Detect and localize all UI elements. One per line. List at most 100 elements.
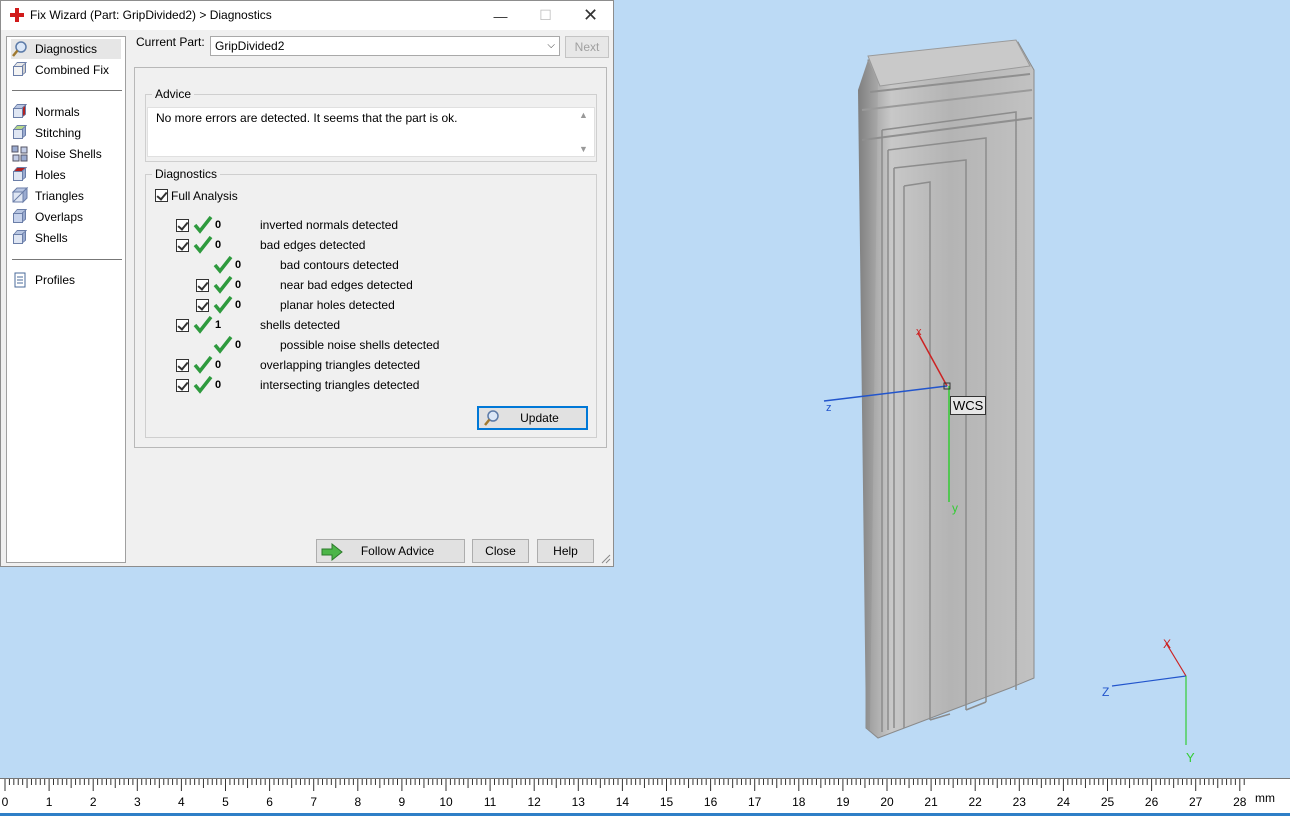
document-icon (11, 271, 29, 289)
chevron-down-icon: ⌵ (547, 40, 555, 51)
help-button[interactable]: Help (537, 539, 594, 563)
ruler-label: 9 (398, 795, 406, 809)
near-bad-edges-count: 0 (235, 279, 242, 291)
ruler-label: 25 (1100, 795, 1115, 809)
check-icon (193, 236, 213, 254)
check-icon (193, 356, 213, 374)
holes-cube-icon (11, 166, 29, 184)
ruler-label: 23 (1012, 795, 1026, 809)
inverted-normals-count: 0 (215, 219, 222, 231)
ruler-label: 27 (1189, 795, 1203, 809)
planar-holes-checkbox[interactable] (196, 299, 209, 312)
sidebar-item-stitching[interactable]: Stitching (11, 123, 81, 143)
advice-text: No more errors are detected. It seems th… (156, 111, 458, 125)
update-label: Update (520, 411, 559, 425)
wcs-y-label: y (952, 501, 958, 515)
advice-title: Advice (152, 87, 195, 101)
ruler-unit: mm (1255, 791, 1275, 805)
inverted-normals-checkbox[interactable] (176, 219, 189, 232)
wcs-label: WCS (950, 396, 987, 415)
full-analysis-checkbox[interactable] (155, 189, 168, 202)
check-icon (193, 376, 213, 394)
ruler-label: 20 (880, 795, 894, 809)
sidebar-item-label: Noise Shells (35, 147, 102, 161)
stitching-cube-icon (11, 124, 29, 142)
triad-x-label: X (1163, 637, 1172, 651)
near-bad-edges-checkbox[interactable] (196, 279, 209, 292)
ruler-label: 0 (1, 795, 9, 809)
diagnostics-panel: Advice No more errors are detected. It s… (134, 67, 607, 448)
planar-holes-count: 0 (235, 299, 242, 311)
magnifier-icon (11, 40, 29, 58)
ruler-label: 15 (659, 795, 674, 809)
follow-advice-label: Follow Advice (360, 544, 435, 558)
minimize-button[interactable]: — (478, 1, 523, 30)
noise-shells-icon (11, 145, 29, 163)
sidebar-item-label: Shells (35, 231, 68, 245)
triad-z-axis (1111, 675, 1187, 687)
sidebar-item-overlaps[interactable]: Overlaps (11, 207, 83, 227)
ruler-label: 22 (968, 795, 982, 809)
ruler-label: 24 (1056, 795, 1071, 809)
current-part-select[interactable]: GripDivided2 ⌵ (210, 36, 560, 56)
sidebar-item-label: Normals (35, 105, 80, 119)
close-button[interactable]: Close (472, 539, 529, 563)
shells-checkbox[interactable] (176, 319, 189, 332)
sidebar-item-shells[interactable]: Shells (11, 228, 68, 248)
noise-shells-count: 0 (235, 339, 242, 351)
ruler-label: 7 (310, 795, 318, 809)
ruler-label: 19 (836, 795, 850, 809)
check-icon (213, 276, 233, 294)
sidebar-item-noise-shells[interactable]: Noise Shells (11, 144, 102, 164)
bad-edges-count: 0 (215, 239, 222, 251)
sidebar-item-diagnostics[interactable]: Diagnostics (11, 39, 121, 59)
ruler-label: 21 (924, 795, 938, 809)
title-bar[interactable]: Fix Wizard (Part: GripDivided2) > Diagno… (1, 1, 613, 30)
sidebar-item-holes[interactable]: Holes (11, 165, 66, 185)
scroll-down-icon: ▼ (579, 144, 588, 154)
triad-z-label: Z (1102, 685, 1110, 699)
overlapping-triangles-checkbox[interactable] (176, 359, 189, 372)
intersecting-triangles-label: intersecting triangles detected (260, 378, 420, 392)
maximize-button[interactable]: ☐ (523, 1, 568, 30)
sidebar-divider (12, 259, 122, 260)
bad-contours-count: 0 (235, 259, 242, 271)
ruler-label: 6 (266, 795, 273, 809)
sidebar-item-label: Profiles (35, 273, 76, 287)
planar-holes-label: planar holes detected (280, 298, 395, 312)
sidebar: Diagnostics Combined Fix Normals Stitchi… (6, 36, 126, 563)
ruler-label: 26 (1144, 795, 1159, 809)
ruler-label: 11 (483, 795, 497, 809)
ruler-label: 5 (222, 795, 229, 809)
ruler-label: 4 (178, 795, 185, 809)
sidebar-item-profiles[interactable]: Profiles (11, 270, 75, 290)
ruler-label: 3 (133, 795, 141, 809)
bad-edges-label: bad edges detected (260, 238, 366, 252)
sidebar-item-combined-fix[interactable]: Combined Fix (11, 60, 109, 80)
bad-edges-checkbox[interactable] (176, 239, 189, 252)
ruler-label: 17 (748, 795, 762, 809)
check-icon (193, 316, 213, 334)
triad-y-label: Y (1186, 750, 1195, 765)
close-window-button[interactable]: ✕ (568, 1, 613, 30)
check-icon (213, 256, 233, 274)
resize-grip-icon[interactable] (601, 554, 611, 564)
sidebar-item-label: Holes (35, 168, 66, 182)
inverted-normals-label: inverted normals detected (260, 218, 399, 232)
sidebar-item-label: Overlaps (35, 210, 84, 224)
next-button[interactable]: Next (565, 36, 609, 58)
noise-shells-label: possible noise shells detected (280, 338, 440, 352)
sidebar-item-triangles[interactable]: Triangles (11, 186, 84, 206)
ruler: 0 1 2 3 4 5 6 7 8 9 10 11 12 13 14 15 16 17 18 19 20 21 22 23 24… (0, 778, 1290, 816)
follow-advice-button[interactable]: Follow Advice (316, 539, 465, 563)
advice-scrollbar[interactable]: ▲ ▼ (578, 110, 592, 154)
intersecting-triangles-checkbox[interactable] (176, 379, 189, 392)
fix-wizard-app-icon (10, 8, 24, 22)
sidebar-item-label: Triangles (35, 189, 84, 203)
advice-text-box[interactable]: No more errors are detected. It seems th… (147, 107, 595, 157)
update-button[interactable]: Update (477, 406, 588, 430)
ruler-ticks (4, 779, 1245, 791)
sidebar-item-label: Combined Fix (35, 63, 110, 77)
ruler-label: 18 (792, 795, 806, 809)
sidebar-item-normals[interactable]: Normals (11, 102, 80, 122)
